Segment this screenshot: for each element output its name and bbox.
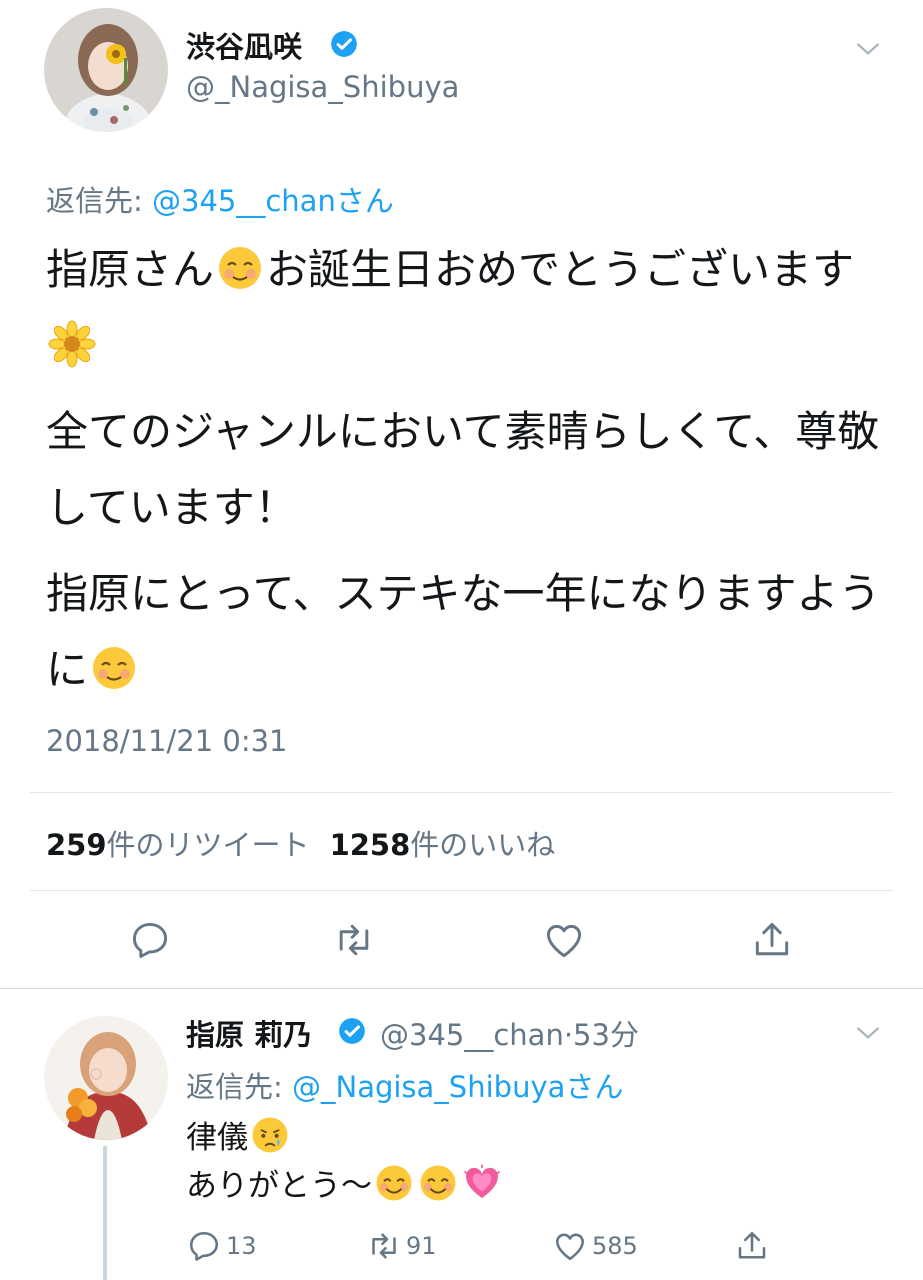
reply-to-line: 返信先: @345__chanさん bbox=[46, 178, 394, 220]
reply-to-mention[interactable]: @345__chanさん bbox=[152, 184, 394, 218]
chevron-down-icon[interactable] bbox=[855, 1020, 881, 1046]
reply-to-prefix: 返信先: bbox=[186, 1070, 292, 1104]
reply-to-line: 返信先: @_Nagisa_Shibuyaさん bbox=[186, 1064, 623, 1106]
reply-line: ありがとう〜 bbox=[186, 1162, 504, 1210]
tweet-timestamp[interactable]: 2018/11/21 0:31 bbox=[46, 724, 288, 758]
reply-icon bbox=[189, 1231, 219, 1261]
share-icon bbox=[738, 1231, 766, 1259]
reply-count: 13 bbox=[226, 1232, 257, 1260]
reply-to-mention[interactable]: @_Nagisa_Shibuyaさん bbox=[292, 1070, 623, 1104]
user-handle[interactable]: @_Nagisa_Shibuya bbox=[186, 70, 459, 104]
blossom-emoji bbox=[48, 320, 96, 368]
tweet-text-segment: 指原さん bbox=[46, 245, 215, 294]
chevron-down-icon[interactable] bbox=[855, 36, 881, 62]
heart-icon bbox=[555, 1233, 585, 1261]
reply-avatar[interactable] bbox=[44, 1016, 168, 1140]
reply-line: 律儀 bbox=[186, 1114, 504, 1162]
reply-display-name[interactable]: 指原 莉乃 bbox=[186, 1012, 312, 1054]
retweet-stat[interactable]: 259件のリツイート bbox=[46, 828, 310, 862]
tweet-text: 指原さん お誕生日おめでとうございます 全てのジャンルにおいて素晴らしくて、尊敬し… bbox=[46, 232, 886, 718]
crying-face-emoji bbox=[250, 1115, 290, 1155]
like-stat[interactable]: 1258件のいいね bbox=[330, 828, 556, 862]
tweet-paragraph: 指原さん お誕生日おめでとうございます bbox=[46, 232, 886, 384]
growing-heart-emoji bbox=[462, 1163, 502, 1203]
reply-handle-time[interactable]: @345__chan·53分 bbox=[380, 1012, 639, 1054]
display-name[interactable]: 渋谷凪咲 bbox=[186, 24, 302, 66]
like-label: 件のいいね bbox=[410, 828, 556, 862]
reply-icon[interactable] bbox=[128, 918, 172, 962]
avatar[interactable] bbox=[44, 8, 168, 132]
smiling-face-emoji bbox=[418, 1163, 458, 1203]
reply-retweet-button[interactable]: 91 bbox=[366, 1228, 437, 1264]
verified-badge-icon bbox=[338, 1017, 366, 1045]
share-icon[interactable] bbox=[750, 918, 794, 962]
retweet-label: 件のリツイート bbox=[106, 828, 310, 862]
reply-reply-button[interactable]: 13 bbox=[186, 1228, 257, 1264]
tweet-action-bar bbox=[0, 912, 923, 968]
tweet-text-segment: 指原にとって、ステキな一年になりますように bbox=[46, 569, 881, 694]
reply-action-bar: 13 91 585 bbox=[0, 1228, 923, 1268]
heart-icon[interactable] bbox=[542, 918, 586, 962]
reply-like-button[interactable]: 585 bbox=[552, 1228, 638, 1264]
reply-text: 律儀 ありがとう〜 bbox=[186, 1114, 504, 1210]
reply-to-prefix: 返信先: bbox=[46, 184, 152, 218]
retweet-count: 259 bbox=[46, 828, 107, 862]
divider bbox=[0, 988, 923, 989]
relieved-face-emoji bbox=[90, 644, 138, 692]
like-count: 1258 bbox=[329, 828, 411, 862]
tweet-paragraph: 指原にとって、ステキな一年になりますように bbox=[46, 556, 886, 708]
smiling-face-emoji bbox=[374, 1163, 414, 1203]
relieved-face-emoji bbox=[216, 244, 264, 292]
tweet-paragraph: 全てのジャンルにおいて素晴らしくて、尊敬しています！ bbox=[46, 407, 880, 532]
retweet-icon bbox=[372, 1233, 396, 1259]
reply-text-segment: 律儀 bbox=[186, 1120, 248, 1156]
verified-badge-icon bbox=[330, 30, 358, 58]
tweet-text-segment: お誕生日おめでとうございます bbox=[266, 245, 855, 294]
reply-share-button[interactable] bbox=[734, 1228, 774, 1264]
retweet-icon[interactable] bbox=[332, 918, 376, 962]
like-count: 585 bbox=[592, 1232, 638, 1260]
divider bbox=[30, 792, 893, 793]
retweet-count: 91 bbox=[406, 1232, 437, 1260]
reply-text-segment: ありがとう〜 bbox=[186, 1168, 372, 1204]
engagement-stats: 259件のリツイート 1258件のいいね bbox=[46, 822, 555, 864]
divider bbox=[30, 890, 893, 891]
